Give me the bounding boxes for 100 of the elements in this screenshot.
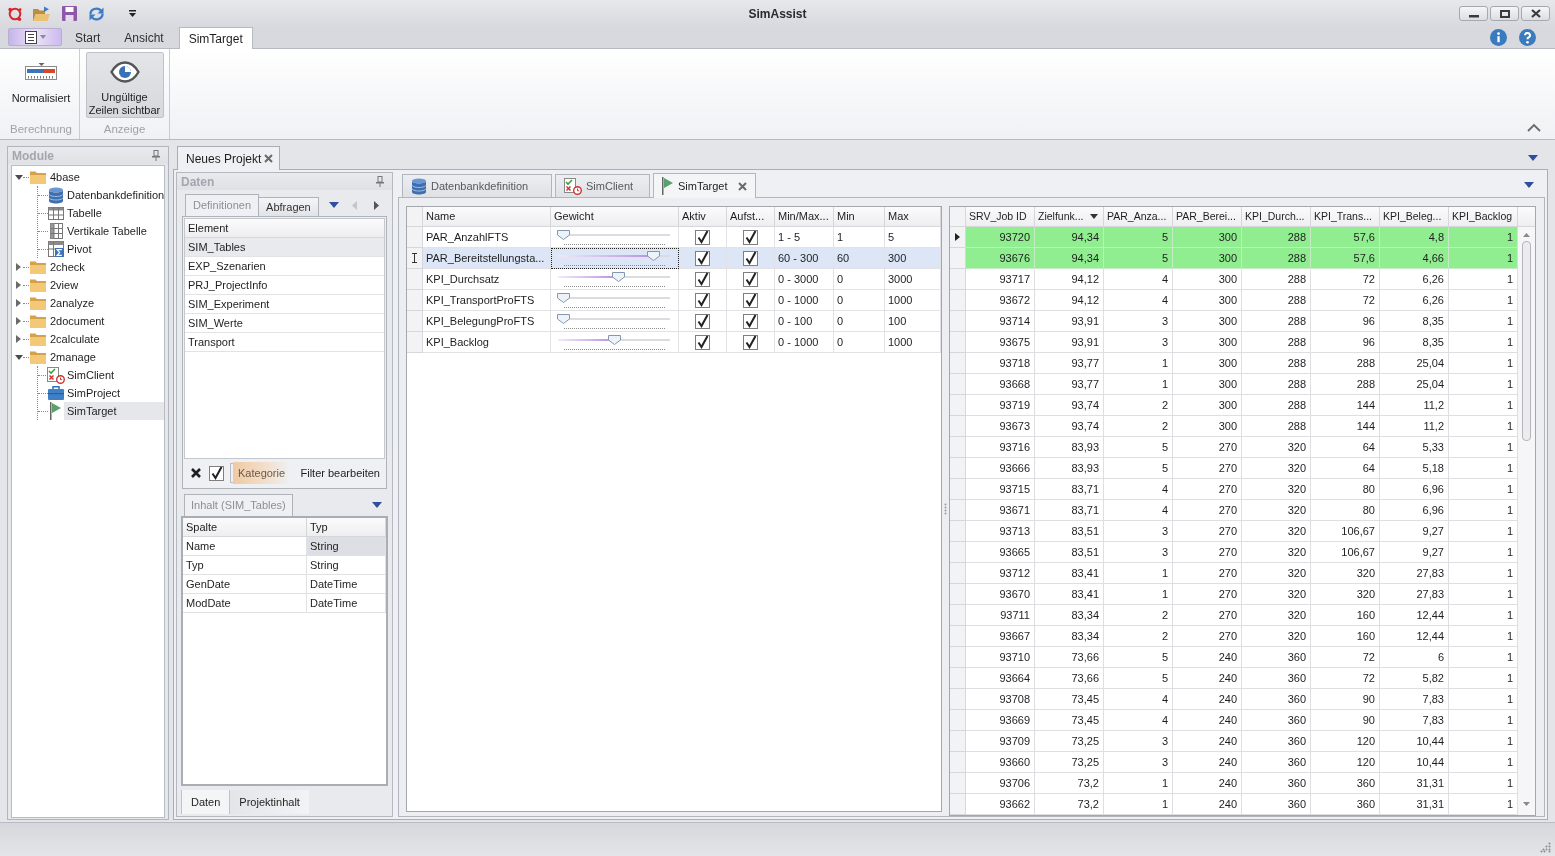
slider-track[interactable] xyxy=(557,271,671,287)
tree-item[interactable]: SimTarget xyxy=(64,402,164,420)
grid-row[interactable]: 93714 93,91 3 300 288 96 8,35 1 xyxy=(950,311,1518,332)
grid-row[interactable]: KPI_Backlog 0 - 1000 0 1000 xyxy=(407,332,941,353)
panel-tab[interactable]: Abfragen xyxy=(259,197,319,216)
grid-row[interactable]: 93718 93,77 1 300 288 288 25,04 1 xyxy=(950,353,1518,374)
slider-track[interactable] xyxy=(557,334,671,350)
column-header[interactable]: PAR_Anza... xyxy=(1104,207,1173,227)
panel-tab[interactable]: Daten xyxy=(181,790,230,814)
column-header[interactable]: KPI_Beleg... xyxy=(1380,207,1449,227)
column-header[interactable]: Spalte xyxy=(183,518,307,537)
grid-row[interactable]: 93706 73,2 1 240 360 360 31,31 1 xyxy=(950,773,1518,794)
column-header[interactable]: KPI_Durch... xyxy=(1242,207,1311,227)
checkbox[interactable] xyxy=(695,313,710,329)
checkbox[interactable] xyxy=(695,229,710,245)
checkbox[interactable] xyxy=(743,271,758,287)
caret-down-icon[interactable] xyxy=(14,174,23,180)
slider-track[interactable] xyxy=(557,313,671,329)
grid-row[interactable]: 93712 83,41 1 270 320 320 27,83 1 xyxy=(950,563,1518,584)
column-header[interactable]: KPI_Trans... xyxy=(1311,207,1380,227)
scroll-down-icon[interactable] xyxy=(1523,802,1530,806)
ribbon-tab[interactable]: Start xyxy=(66,27,110,48)
checkbox[interactable] xyxy=(695,250,710,266)
tree-item[interactable]: 4base xyxy=(47,168,83,186)
slider-thumb[interactable] xyxy=(607,334,621,345)
grid-row[interactable]: 93715 83,71 4 270 320 80 6,96 1 xyxy=(950,479,1518,500)
grid-row[interactable]: 93667 83,34 2 270 320 160 12,44 1 xyxy=(950,626,1518,647)
tree-item[interactable]: 2manage xyxy=(47,348,99,366)
column-header[interactable]: Gewicht xyxy=(551,207,679,227)
grid-row[interactable]: 93717 94,12 4 300 288 72 6,26 1 xyxy=(950,269,1518,290)
save-icon[interactable] xyxy=(62,6,77,21)
column-header[interactable]: PAR_Berei... xyxy=(1173,207,1242,227)
tree-item[interactable]: 2analyze xyxy=(47,294,98,312)
grid-row[interactable]: 93713 83,51 3 270 320 106,67 9,27 1 xyxy=(950,521,1518,542)
slider-thumb[interactable] xyxy=(557,292,570,303)
document-tab[interactable]: Neues Projekt xyxy=(177,146,280,170)
slider-track[interactable] xyxy=(557,229,671,245)
checkbox[interactable] xyxy=(743,313,758,329)
ribbon-tab[interactable]: SimTarget xyxy=(178,27,253,49)
caret-right-icon[interactable] xyxy=(16,335,21,343)
tree-item[interactable]: 2document xyxy=(47,312,108,330)
grid-row[interactable]: 93708 73,45 4 240 360 90 7,83 1 xyxy=(950,689,1518,710)
app-logo-icon[interactable] xyxy=(7,5,23,22)
checkbox[interactable] xyxy=(743,229,758,245)
slider-thumb[interactable] xyxy=(557,313,570,324)
caret-down-icon[interactable] xyxy=(328,202,339,208)
grid-row[interactable]: 93719 93,74 2 300 288 144 11,2 1 xyxy=(950,395,1518,416)
caret-icon[interactable] xyxy=(128,9,137,18)
grid-row[interactable]: 93669 73,45 4 240 360 90 7,83 1 xyxy=(950,710,1518,731)
checkbox[interactable] xyxy=(695,334,710,350)
scrollbar[interactable] xyxy=(1518,227,1535,815)
column-header[interactable]: Zielfunk... xyxy=(1035,207,1104,227)
column-header[interactable]: Aufst... xyxy=(727,207,775,227)
editor-tab[interactable]: Datenbankdefinition xyxy=(402,174,552,197)
panel-tab[interactable]: Projektinhalt xyxy=(229,790,309,814)
maximize-button[interactable] xyxy=(1490,6,1519,21)
tree-item[interactable]: SimProject xyxy=(64,384,123,402)
ribbon-tab[interactable]: Ansicht xyxy=(115,27,173,48)
list-item[interactable]: SIM_Tables xyxy=(185,238,384,257)
checkbox[interactable] xyxy=(695,292,710,308)
tree-item[interactable]: SimClient xyxy=(64,366,117,384)
column-header[interactable]: SRV_Job ID xyxy=(966,207,1035,227)
grid-row[interactable]: 93716 83,93 5 270 320 64 5,33 1 xyxy=(950,437,1518,458)
pin-icon[interactable] xyxy=(376,176,384,187)
checkbox[interactable] xyxy=(743,292,758,308)
app-menu-button[interactable] xyxy=(8,28,62,46)
tree-item[interactable]: 2view xyxy=(47,276,82,294)
slider-track[interactable] xyxy=(557,250,671,266)
grid-row[interactable]: 93660 73,25 3 240 360 120 10,44 1 xyxy=(950,752,1518,773)
grid-row[interactable]: 93665 83,51 3 270 320 106,67 9,27 1 xyxy=(950,542,1518,563)
editor-tab[interactable]: SimClient xyxy=(555,174,650,197)
grid-row[interactable]: 93671 83,71 4 270 320 80 6,96 1 xyxy=(950,500,1518,521)
grid-row[interactable]: 93662 73,2 1 240 360 360 31,31 1 xyxy=(950,794,1518,815)
close-icon[interactable] xyxy=(191,468,201,478)
tree-item[interactable]: Pivot xyxy=(64,240,94,258)
checkbox[interactable] xyxy=(209,465,224,481)
ribbon-button[interactable]: Normalisiert xyxy=(3,52,79,118)
column-header[interactable]: Name xyxy=(423,207,551,227)
grid-row[interactable]: KPI_BelegungProFTS 0 - 100 0 100 xyxy=(407,311,941,332)
info-icon[interactable] xyxy=(1490,29,1507,46)
resize-grip-icon[interactable] xyxy=(1540,842,1551,853)
slider-track[interactable] xyxy=(557,292,671,308)
column-header[interactable]: Aktiv xyxy=(679,207,727,227)
column-header[interactable]: Min/Max... xyxy=(775,207,834,227)
caret-down-icon[interactable] xyxy=(372,502,382,508)
grid-row[interactable]: 93675 93,91 3 300 288 96 8,35 1 xyxy=(950,332,1518,353)
grid-row[interactable]: KPI_TransportProFTS 0 - 1000 0 1000 xyxy=(407,290,941,311)
caret-right-icon[interactable] xyxy=(16,281,21,289)
caret-down-icon[interactable] xyxy=(1528,154,1538,161)
checkbox[interactable] xyxy=(695,271,710,287)
tree-item[interactable]: Datenbankdefinition xyxy=(64,186,164,204)
column-header[interactable]: Min xyxy=(834,207,885,227)
grid-row[interactable]: 93720 94,34 5 300 288 57,6 4,8 1 xyxy=(950,227,1518,248)
grid-row[interactable]: 93664 73,66 5 240 360 72 5,82 1 xyxy=(950,668,1518,689)
chevron-up-icon[interactable] xyxy=(1527,123,1541,132)
pin-icon[interactable] xyxy=(152,150,160,161)
tree-item[interactable]: Vertikale Tabelle xyxy=(64,222,149,240)
help-icon[interactable] xyxy=(1519,29,1536,46)
close-button[interactable] xyxy=(1521,6,1550,21)
column-header[interactable]: Typ xyxy=(307,518,386,537)
